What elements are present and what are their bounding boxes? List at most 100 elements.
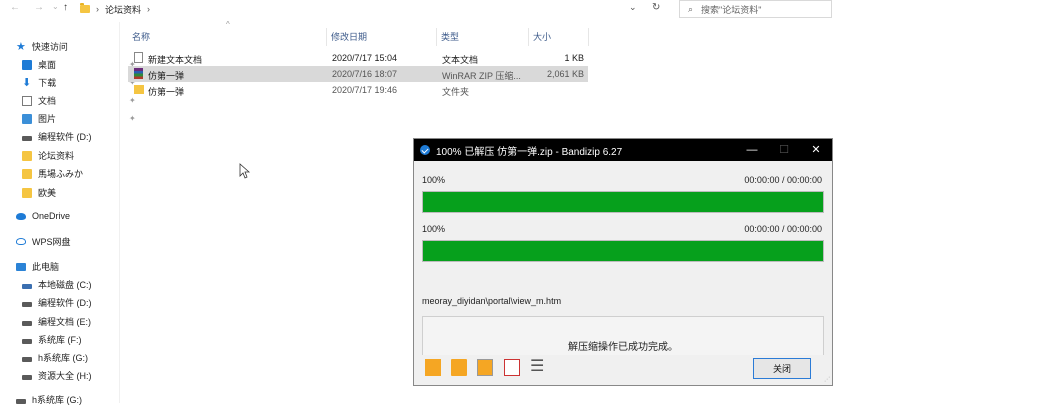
progress1-time: 00:00:00 / 00:00:00	[744, 175, 822, 185]
folder-icon	[22, 187, 32, 198]
search-input[interactable]: ⌕ 搜索"论坛资料"	[679, 0, 832, 18]
drive-icon	[22, 136, 32, 141]
sidebar-item-desktop[interactable]: 桌面 ✦	[22, 58, 140, 71]
folder-icon	[134, 85, 144, 94]
address-box[interactable]: › 论坛资料 ›	[80, 0, 670, 18]
column-header-name[interactable]: 名称	[128, 28, 327, 46]
breadcrumb[interactable]: 论坛资料	[105, 3, 141, 16]
status-message: 解压缩操作已成功完成。	[568, 342, 678, 353]
column-header-type[interactable]: 类型	[437, 28, 529, 46]
recent-chevron-icon[interactable]: ⌄	[52, 2, 59, 11]
sidebar-item-this-pc[interactable]: 此电脑	[16, 260, 59, 273]
progress-bar-total	[422, 240, 824, 262]
sidebar-item-quick-access[interactable]: ★ 快速访问	[16, 40, 68, 53]
dialog-titlebar[interactable]: 100% 已解压 仿第一弹.zip - Bandizip 6.27 — ☐ ✕	[414, 139, 832, 161]
file-type: 文件夹	[442, 87, 470, 97]
column-header-date[interactable]: 修改日期	[327, 28, 437, 46]
sidebar-item-pictures[interactable]: 图片 ✦	[22, 112, 140, 125]
sidebar-item-drive-g[interactable]: h系统库 (G:)	[16, 393, 82, 406]
sidebar-item-folder[interactable]: 馬場ふみか	[22, 167, 83, 180]
progress1-percent: 100%	[422, 175, 446, 185]
sidebar-item-wps[interactable]: WPS网盘	[16, 235, 71, 248]
text-file-icon	[134, 52, 143, 63]
refresh-icon[interactable]: ↻	[652, 2, 660, 13]
picture-icon	[22, 113, 32, 124]
file-size: 2,061 KB	[546, 69, 584, 79]
pin-icon: ✦	[129, 114, 136, 123]
file-type: 文本文档	[442, 55, 479, 65]
resize-grip-icon[interactable]: ⋰	[824, 376, 830, 383]
drive-icon	[22, 339, 32, 344]
delete-archive-icon[interactable]	[504, 359, 520, 376]
file-name: 新建文本文档	[148, 55, 203, 65]
file-size: 1 KB	[564, 53, 584, 63]
maximize-icon[interactable]: ☐	[769, 139, 799, 161]
folder-icon	[80, 3, 90, 13]
navigation-pane: ★ 快速访问 桌面 ✦ ⬇ 下载 ✦ 文档 ✦ 图片 ✦ 编程软件 (D:) 论…	[0, 22, 136, 406]
progress-bar-current-fill	[423, 192, 823, 212]
file-date: 2020/7/17 15:04	[332, 53, 398, 63]
progress-bar-current	[422, 191, 824, 213]
drive-icon	[22, 284, 32, 289]
open-folder-icon[interactable]	[425, 359, 441, 376]
drive-icon	[22, 302, 32, 307]
download-icon: ⬇	[22, 76, 32, 89]
dialog-toolbar: ☰ 关闭 ⋰	[414, 355, 832, 385]
up-arrow-icon[interactable]: ↑	[63, 2, 68, 13]
document-icon	[22, 95, 32, 106]
folder-icon[interactable]	[451, 359, 467, 376]
dialog-title: 100% 已解压 仿第一弹.zip - Bandizip 6.27	[436, 146, 623, 158]
sidebar-item-drive-d[interactable]: 编程软件 (D:)	[22, 296, 92, 309]
cloud-icon	[16, 238, 26, 245]
column-header-size[interactable]: 大小	[529, 28, 589, 46]
cloud-icon	[16, 212, 26, 220]
menu-icon[interactable]: ☰	[530, 359, 546, 376]
progress-bar-total-fill	[423, 241, 823, 261]
sidebar-item-drive-g[interactable]: h系统库 (G:)	[22, 351, 88, 364]
sidebar-item-downloads[interactable]: ⬇ 下载 ✦	[22, 76, 140, 89]
sidebar-item-drive-d[interactable]: 编程软件 (D:)	[22, 130, 92, 143]
bandizip-logo-icon	[420, 145, 430, 155]
sidebar-item-drive-h[interactable]: 资源大全 (H:)	[22, 369, 92, 382]
file-name: 仿第一弹	[148, 71, 185, 81]
close-icon[interactable]: ✕	[801, 139, 831, 161]
drive-icon	[22, 321, 32, 326]
address-dropdown-icon[interactable]: ⌄	[629, 2, 637, 13]
file-row[interactable]: 仿第一弹 2020/7/17 19:46 文件夹	[128, 82, 588, 98]
extract-dialog: 100% 已解压 仿第一弹.zip - Bandizip 6.27 — ☐ ✕ …	[413, 138, 833, 386]
sidebar-item-forum-data[interactable]: 论坛资料	[22, 149, 74, 162]
drive-icon	[22, 357, 32, 362]
sidebar-item-onedrive[interactable]: OneDrive	[16, 211, 70, 221]
drive-icon	[22, 375, 32, 380]
mouse-cursor-icon	[239, 163, 251, 179]
back-arrow-icon[interactable]: ←	[10, 2, 20, 13]
file-row[interactable]: 新建文本文档 2020/7/17 15:04 文本文档 1 KB	[128, 50, 588, 66]
sidebar-item-drive-c[interactable]: 本地磁盘 (C:)	[22, 278, 92, 291]
copy-folder-icon[interactable]	[477, 359, 493, 376]
column-headers: 名称 修改日期 类型 大小	[128, 28, 593, 46]
sidebar-item-folder[interactable]: 欧美	[22, 186, 56, 199]
progress2-percent: 100%	[422, 224, 446, 234]
search-placeholder: 搜索"论坛资料"	[701, 4, 762, 15]
sidebar-item-drive-e[interactable]: 编程文档 (E:)	[22, 315, 91, 328]
sidebar-item-drive-f[interactable]: 系统库 (F:)	[22, 333, 82, 346]
search-icon: ⌕	[688, 3, 694, 14]
minimize-icon[interactable]: —	[737, 139, 767, 161]
computer-icon	[16, 262, 26, 271]
zip-archive-icon	[134, 68, 143, 79]
close-button[interactable]: 关闭	[753, 358, 811, 379]
current-file-path: meoray_diyidan\portal\view_m.htm	[422, 296, 562, 306]
sidebar-item-documents[interactable]: 文档 ✦	[22, 94, 140, 107]
file-type: WinRAR ZIP 压缩...	[442, 71, 521, 81]
chevron-right-icon[interactable]: ›	[147, 4, 150, 14]
file-date: 2020/7/16 18:07	[332, 69, 398, 79]
chevron-right-icon[interactable]: ›	[96, 4, 99, 14]
desktop-icon	[22, 59, 32, 70]
drive-icon	[16, 399, 26, 404]
forward-arrow-icon[interactable]: →	[34, 2, 44, 13]
file-name: 仿第一弹	[148, 87, 185, 97]
address-bar: ← → ⌄ ↑ › 论坛资料 › ⌄ ↻ ⌕ 搜索"论坛资料"	[0, 0, 1047, 22]
file-date: 2020/7/17 19:46	[332, 85, 398, 95]
star-icon: ★	[16, 40, 26, 53]
file-row[interactable]: 仿第一弹 2020/7/16 18:07 WinRAR ZIP 压缩... 2,…	[128, 66, 588, 82]
